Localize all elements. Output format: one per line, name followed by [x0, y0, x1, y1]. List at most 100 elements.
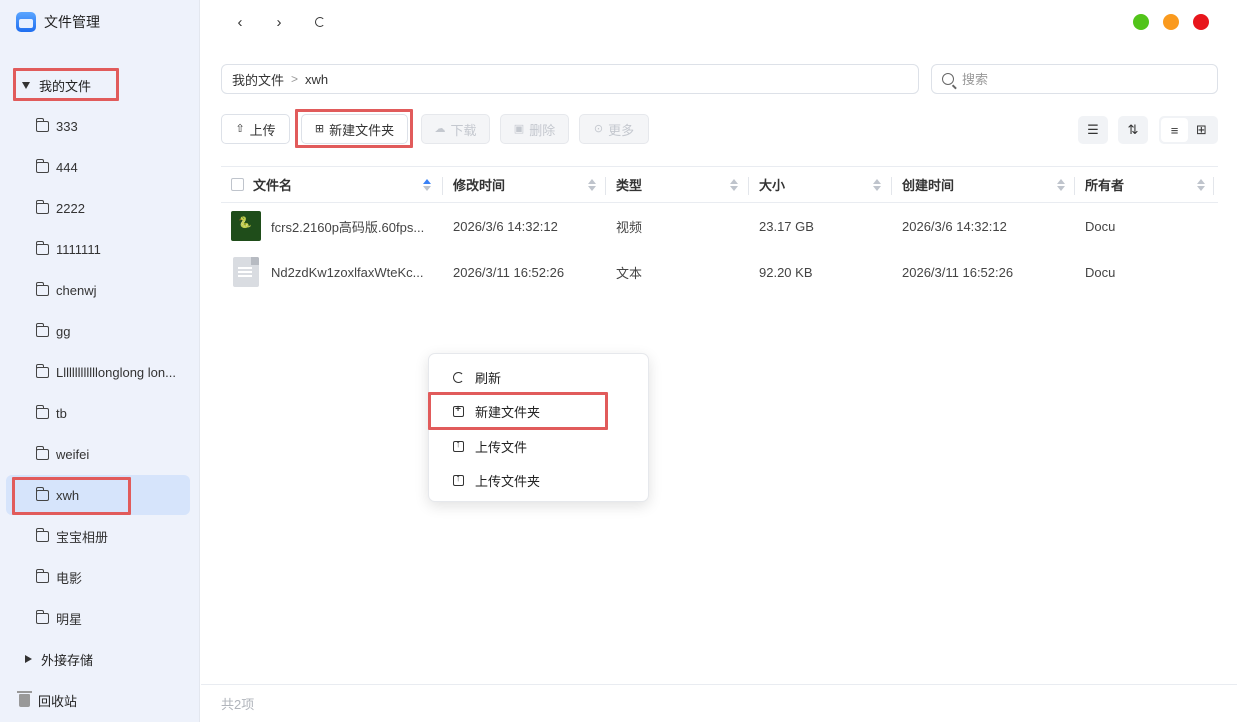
- column-divider[interactable]: [891, 177, 892, 195]
- file-thumbnail: [231, 249, 259, 295]
- sidebar-item-chenwj[interactable]: chenwj: [6, 270, 190, 310]
- search-input[interactable]: [962, 71, 1202, 87]
- column-created[interactable]: 创建时间: [902, 167, 1075, 202]
- column-size-label: 大小: [759, 178, 786, 193]
- table-row[interactable]: Nd2zdKw1zoxlfaxWteKc... 2026/3/11 16:52:…: [221, 249, 1218, 295]
- sidebar-item-stars[interactable]: 明星: [6, 598, 190, 638]
- video-thumbnail-icon: [231, 211, 261, 241]
- folder-icon: [35, 199, 49, 214]
- sort-icon: ⇅: [1127, 122, 1139, 137]
- sort-button[interactable]: ⇅: [1118, 116, 1148, 144]
- column-type[interactable]: 类型: [616, 167, 748, 202]
- forward-button[interactable]: ›: [268, 11, 290, 33]
- upload-label: 上传: [249, 122, 276, 138]
- list-view-icon[interactable]: ≡: [1161, 118, 1188, 142]
- download-button[interactable]: ☁ 下载: [421, 114, 490, 144]
- column-divider[interactable]: [605, 177, 606, 195]
- file-size: 92.20 KB: [759, 264, 813, 280]
- sidebar-item-longlong[interactable]: Lllllllllllllonglong lon...: [6, 352, 190, 392]
- refresh-button[interactable]: [309, 11, 331, 33]
- trash-icon: [17, 690, 32, 707]
- sidebar-item-gg[interactable]: gg: [6, 311, 190, 351]
- sort-arrows-icon[interactable]: [423, 179, 431, 191]
- file-modified: 2026/3/6 14:32:12: [453, 218, 558, 234]
- sort-arrows-icon[interactable]: [588, 179, 596, 191]
- refresh-icon: [315, 17, 325, 27]
- context-menu-label: 上传文件: [475, 439, 528, 455]
- file-name[interactable]: Nd2zdKw1zoxlfaxWteKc...: [271, 249, 423, 295]
- sort-arrows-icon[interactable]: [873, 179, 881, 191]
- more-icon: ⊙: [593, 122, 604, 135]
- column-owner[interactable]: 所有者: [1085, 167, 1215, 202]
- search-box[interactable]: [931, 64, 1218, 94]
- sidebar-item-label: xwh: [56, 487, 80, 503]
- sidebar-item-2222[interactable]: 2222: [6, 188, 190, 228]
- column-divider[interactable]: [748, 177, 749, 195]
- context-menu-upload-folder[interactable]: 上传文件夹: [429, 463, 650, 497]
- sort-arrows-icon[interactable]: [1057, 179, 1065, 191]
- sidebar-external-storage[interactable]: 外接存储: [24, 649, 93, 669]
- sort-arrows-icon[interactable]: [730, 179, 738, 191]
- sidebar-item-444[interactable]: 444: [6, 147, 190, 187]
- filter-button[interactable]: ☰: [1078, 116, 1108, 144]
- file-created: 2026/3/11 16:52:26: [902, 264, 1014, 280]
- maximize-button[interactable]: [1133, 14, 1149, 30]
- sidebar-item-label: chenwj: [56, 282, 97, 298]
- download-label: 下载: [450, 122, 477, 138]
- column-modified[interactable]: 修改时间: [453, 167, 606, 202]
- more-label: 更多: [608, 122, 635, 138]
- app-title: 文件管理: [44, 14, 100, 30]
- upload-button[interactable]: ⇧ 上传: [221, 114, 290, 144]
- table-row[interactable]: fcrs2.2160p高码版.60fps... 2026/3/6 14:32:1…: [221, 203, 1218, 249]
- sidebar-item-weifei[interactable]: weifei: [6, 434, 190, 474]
- sidebar-item-baby-album[interactable]: 宝宝相册: [6, 516, 190, 556]
- folder-icon: [35, 158, 49, 173]
- folder-icon: [35, 322, 49, 337]
- sidebar-item-xwh[interactable]: xwh: [6, 475, 190, 515]
- new-folder-button[interactable]: ⊞ 新建文件夹: [301, 114, 408, 144]
- sidebar-item-333[interactable]: 333: [6, 106, 190, 146]
- sidebar-item-tb[interactable]: tb: [6, 393, 190, 433]
- sidebar-item-1111111[interactable]: 1111111: [6, 229, 190, 269]
- select-all-checkbox[interactable]: [231, 178, 244, 191]
- sort-arrows-icon[interactable]: [1197, 179, 1205, 191]
- grid-view-icon[interactable]: ⊞: [1188, 118, 1215, 142]
- sidebar-item-label: Lllllllllllllonglong lon...: [56, 364, 176, 380]
- more-button[interactable]: ⊙ 更多: [579, 114, 649, 144]
- context-menu-upload-file[interactable]: 上传文件: [429, 429, 650, 463]
- column-owner-label: 所有者: [1085, 178, 1125, 193]
- column-size[interactable]: 大小: [759, 167, 891, 202]
- delete-label: 删除: [529, 122, 556, 138]
- file-type: 文本: [616, 265, 643, 281]
- breadcrumb-root[interactable]: 我的文件: [232, 70, 284, 89]
- folder-icon: [35, 568, 49, 583]
- status-bar: 共2项: [201, 684, 1237, 722]
- file-owner: Docu: [1085, 218, 1116, 234]
- caret-down-icon[interactable]: [22, 81, 30, 89]
- context-menu-refresh[interactable]: 刷新: [429, 360, 650, 394]
- file-name[interactable]: fcrs2.2160p高码版.60fps...: [271, 203, 424, 249]
- file-thumbnail: [231, 203, 261, 249]
- minimize-button[interactable]: [1163, 14, 1179, 30]
- column-name[interactable]: 文件名: [231, 167, 441, 202]
- tree-root-my-files[interactable]: 我的文件: [22, 74, 91, 96]
- app-header: 文件管理: [16, 11, 100, 33]
- delete-button[interactable]: ▣ 删除: [500, 114, 569, 144]
- column-divider[interactable]: [442, 177, 443, 195]
- sidebar-item-label: weifei: [56, 446, 90, 462]
- close-button[interactable]: [1193, 14, 1209, 30]
- folder-icon: [35, 527, 49, 542]
- item-count: 共2项: [221, 697, 255, 712]
- back-button[interactable]: ‹: [229, 11, 251, 33]
- column-divider[interactable]: [1074, 177, 1075, 195]
- sidebar-item-label: 电影: [56, 570, 83, 586]
- sidebar-item-label: gg: [56, 323, 71, 339]
- context-menu-new-folder[interactable]: 新建文件夹: [429, 394, 650, 428]
- file-modified: 2026/3/11 16:52:26: [453, 264, 565, 280]
- column-divider[interactable]: [1213, 177, 1214, 195]
- context-menu-label: 新建文件夹: [475, 404, 541, 420]
- table-header: 文件名 修改时间 类型 大小 创建时间 所有者: [221, 166, 1218, 203]
- caret-right-icon[interactable]: [25, 655, 32, 663]
- sidebar-item-movies[interactable]: 电影: [6, 557, 190, 597]
- sidebar-trash[interactable]: 回收站: [17, 690, 77, 710]
